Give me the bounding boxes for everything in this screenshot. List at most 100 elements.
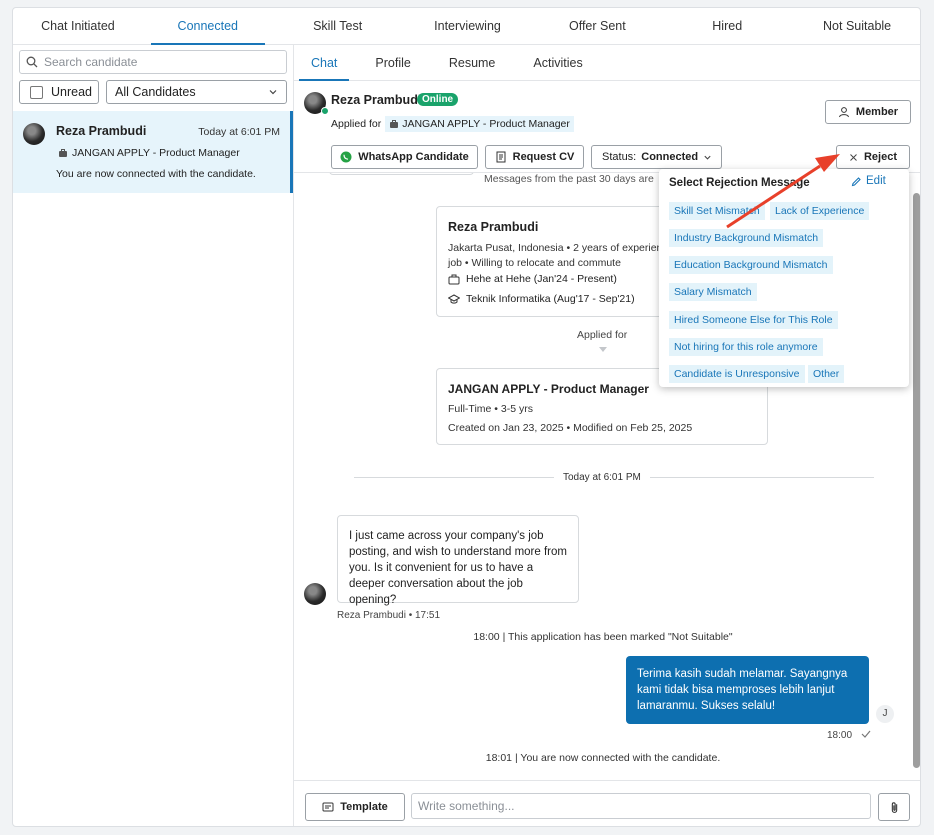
candidate-job: JANGAN APPLY - Product Manager bbox=[58, 147, 240, 159]
whatsapp-candidate-button[interactable]: WhatsApp Candidate bbox=[331, 145, 478, 169]
tab-chat-initiated[interactable]: Chat Initiated bbox=[13, 8, 143, 44]
applied-for-label: Applied for bbox=[577, 329, 628, 341]
popup-title: Select Rejection Message bbox=[669, 177, 810, 189]
outgoing-message: Terima kasih sudah melamar. Sayangnya ka… bbox=[626, 656, 869, 724]
message-input[interactable] bbox=[411, 793, 871, 819]
graduation-cap-icon bbox=[448, 293, 460, 304]
check-icon bbox=[861, 730, 871, 738]
rejection-option[interactable]: Salary Mismatch bbox=[669, 283, 757, 301]
system-message: 18:00 | This application has been marked… bbox=[473, 631, 733, 643]
job-dates: Created on Jan 23, 2025 • Modified on Fe… bbox=[448, 422, 693, 434]
template-button[interactable]: Template bbox=[305, 793, 405, 821]
tab-resume[interactable]: Resume bbox=[437, 45, 508, 80]
reject-button[interactable]: Reject bbox=[836, 145, 910, 169]
user-icon bbox=[838, 107, 849, 118]
tab-chat[interactable]: Chat bbox=[299, 45, 350, 81]
profile-work-text: Hehe at Hehe (Jan'24 - Present) bbox=[466, 273, 617, 285]
rejection-option[interactable]: Other bbox=[808, 365, 845, 383]
candidate-panel: Unread All Candidates Reza Prambudi Toda… bbox=[13, 45, 294, 826]
conversation-panel: Chat Profile Resume Activities Reza Pram… bbox=[294, 45, 920, 826]
job-meta: Full-Time • 3-5 yrs bbox=[448, 403, 533, 415]
attach-button[interactable] bbox=[878, 793, 910, 821]
incoming-message: I just came across your company's job po… bbox=[337, 515, 579, 606]
avatar: J bbox=[876, 705, 894, 723]
caret-down-icon bbox=[599, 347, 607, 352]
briefcase-icon bbox=[448, 274, 460, 284]
candidate-name: Reza Prambudi bbox=[56, 124, 147, 138]
rejection-option[interactable]: Education Background Mismatch bbox=[669, 256, 833, 274]
date-divider-label: Today at 6:01 PM bbox=[554, 472, 650, 483]
search-icon bbox=[26, 56, 38, 68]
chat-scrollbar[interactable] bbox=[913, 193, 920, 768]
rejection-option[interactable]: Lack of Experience bbox=[770, 202, 870, 220]
briefcase-icon bbox=[59, 149, 67, 157]
tab-offer-sent[interactable]: Offer Sent bbox=[532, 8, 662, 44]
member-label: Member bbox=[855, 106, 899, 118]
edit-button[interactable]: Edit bbox=[851, 175, 886, 187]
member-button[interactable]: Member bbox=[825, 100, 911, 124]
unread-filter[interactable]: Unread bbox=[19, 80, 99, 104]
profile-name: Reza Prambudi bbox=[448, 220, 539, 234]
whatsapp-label: WhatsApp Candidate bbox=[358, 151, 469, 163]
tab-not-suitable[interactable]: Not Suitable bbox=[792, 8, 920, 44]
pipeline-tabs: Chat Initiated Connected Skill Test Inte… bbox=[13, 8, 920, 45]
unread-checkbox[interactable] bbox=[30, 85, 43, 99]
status-value: Connected bbox=[641, 151, 699, 163]
search-box[interactable] bbox=[19, 50, 287, 74]
tab-connected[interactable]: Connected bbox=[143, 8, 273, 45]
paperclip-icon bbox=[891, 801, 897, 813]
rejection-option[interactable]: Hired Someone Else for This Role bbox=[669, 311, 838, 329]
applied-job-title: JANGAN APPLY - Product Manager bbox=[402, 118, 570, 130]
candidate-filter-select[interactable]: All Candidates bbox=[106, 80, 287, 104]
reject-label: Reject bbox=[863, 151, 898, 163]
rejection-option[interactable]: Skill Set Mismatch bbox=[669, 202, 765, 220]
template-label: Template bbox=[340, 801, 388, 813]
tab-hired[interactable]: Hired bbox=[662, 8, 792, 44]
chevron-down-icon bbox=[704, 155, 711, 160]
candidate-last-message: You are now connected with the candidate… bbox=[56, 168, 256, 180]
status-dropdown[interactable]: Status: Connected bbox=[591, 145, 722, 169]
tab-profile[interactable]: Profile bbox=[363, 45, 422, 80]
conversation-header: Reza Prambudi Online Applied for JANGAN … bbox=[294, 81, 920, 173]
profile-work: Hehe at Hehe (Jan'24 - Present) bbox=[448, 273, 617, 285]
pencil-icon bbox=[851, 176, 861, 186]
job-title: JANGAN APPLY - Product Manager bbox=[448, 382, 649, 396]
applied-for: Applied for JANGAN APPLY - Product Manag… bbox=[331, 116, 574, 132]
profile-education-text: Teknik Informatika (Aug'17 - Sep'21) bbox=[466, 293, 635, 305]
rejection-option[interactable]: Industry Background Mismatch bbox=[669, 229, 824, 247]
profile-education: Teknik Informatika (Aug'17 - Sep'21) bbox=[448, 293, 635, 305]
briefcase-icon bbox=[390, 120, 399, 128]
outgoing-message-meta: 18:00 bbox=[827, 730, 871, 741]
system-message: 18:01 | You are now connected with the c… bbox=[485, 752, 721, 764]
online-indicator bbox=[321, 107, 329, 115]
conversation-tabs: Chat Profile Resume Activities bbox=[294, 45, 920, 81]
candidate-job-title: JANGAN APPLY - Product Manager bbox=[72, 147, 240, 159]
applied-job-chip[interactable]: JANGAN APPLY - Product Manager bbox=[385, 116, 574, 132]
candidate-time: Today at 6:01 PM bbox=[198, 126, 280, 138]
status-label: Status: bbox=[602, 151, 637, 163]
rejection-option[interactable]: Candidate is Unresponsive bbox=[669, 365, 805, 383]
rejection-option[interactable]: Not hiring for this role anymore bbox=[669, 338, 823, 356]
avatar bbox=[304, 583, 326, 605]
history-note: Messages from the past 30 days are bbox=[484, 173, 654, 185]
close-icon bbox=[850, 153, 857, 161]
filter-select-value: All Candidates bbox=[115, 85, 196, 99]
request-cv-button[interactable]: Request CV bbox=[485, 145, 584, 169]
tab-activities[interactable]: Activities bbox=[521, 45, 594, 80]
header-candidate-name: Reza Prambudi bbox=[331, 93, 422, 107]
search-input[interactable] bbox=[44, 55, 274, 69]
tab-skill-test[interactable]: Skill Test bbox=[273, 8, 403, 44]
tab-interviewing[interactable]: Interviewing bbox=[403, 8, 533, 44]
whatsapp-icon bbox=[340, 151, 352, 163]
status-badge: Online bbox=[417, 93, 459, 106]
recruitment-app: Chat Initiated Connected Skill Test Inte… bbox=[12, 7, 921, 827]
document-icon bbox=[496, 151, 506, 163]
rejection-message-popup: Select Rejection Message Edit Skill Set … bbox=[659, 169, 909, 387]
unread-label: Unread bbox=[51, 85, 92, 99]
candidate-list-item[interactable]: Reza Prambudi Today at 6:01 PM JANGAN AP… bbox=[13, 111, 293, 193]
outgoing-time: 18:00 bbox=[827, 730, 853, 741]
request-cv-label: Request CV bbox=[512, 151, 575, 163]
template-icon bbox=[322, 802, 334, 812]
incoming-message-meta: Reza Prambudi • 17:51 bbox=[337, 610, 441, 621]
edit-label: Edit bbox=[866, 175, 886, 187]
